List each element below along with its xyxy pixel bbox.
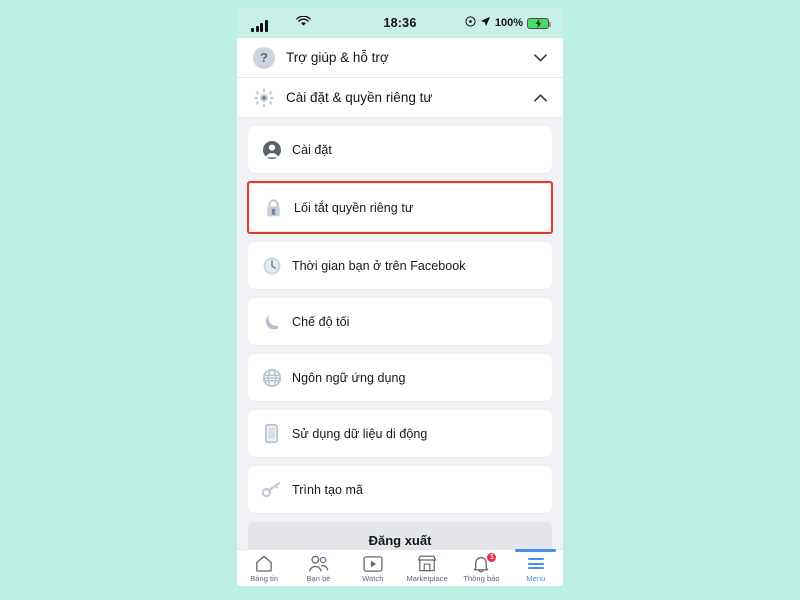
alarm-icon — [465, 16, 476, 30]
mobile-phone-icon — [262, 424, 281, 443]
battery-percent-label: 100% — [494, 17, 523, 29]
menu-item-dark-mode-label: Chế độ tối — [292, 314, 350, 329]
menu-item-settings[interactable]: Cài đặt — [248, 126, 552, 173]
red-highlight-box: Lối tắt quyền riêng tư — [247, 181, 553, 234]
location-arrow-icon — [480, 16, 491, 30]
notification-badge: 1 — [486, 552, 498, 563]
tab-watch[interactable]: Watch — [346, 553, 400, 583]
tab-watch-label: Watch — [362, 574, 384, 583]
clock-icon — [262, 256, 281, 275]
active-tab-indicator — [515, 549, 557, 552]
status-bar-right: 100% — [465, 16, 551, 30]
chevron-down-icon[interactable] — [534, 51, 547, 64]
tab-menu[interactable]: Menu — [509, 549, 563, 583]
key-icon — [262, 480, 281, 499]
menu-item-settings-label: Cài đặt — [292, 142, 332, 157]
friends-icon — [308, 555, 329, 572]
menu-item-mobile-data-label: Sử dụng dữ liệu di động — [292, 426, 428, 441]
tab-marketplace[interactable]: Marketplace — [400, 553, 454, 583]
avatar-person-icon — [262, 140, 281, 159]
phone-screenshot: 18:36 100% ? Trợ giúp & hỗ trợ Cài đặt &… — [237, 8, 563, 586]
section-settings-privacy-label: Cài đặt & quyền riêng tư — [286, 90, 433, 105]
menu-item-privacy-shortcut-label: Lối tắt quyền riêng tư — [294, 200, 414, 215]
tab-marketplace-label: Marketplace — [406, 574, 448, 583]
home-icon — [255, 555, 273, 572]
question-mark-circle-icon: ? — [253, 46, 275, 69]
menu-item-time-on-facebook-label: Thời gian bạn ở trên Facebook — [292, 258, 466, 273]
tab-friends[interactable]: Bạn bè — [291, 553, 345, 583]
tab-news-feed[interactable]: Bảng tin — [237, 553, 291, 583]
menu-item-code-generator-label: Trình tạo mã — [292, 482, 363, 497]
chevron-up-icon[interactable] — [534, 91, 547, 104]
section-settings-privacy[interactable]: Cài đặt & quyền riêng tư — [237, 78, 563, 118]
section-help-support[interactable]: ? Trợ giúp & hỗ trợ — [237, 38, 563, 78]
logout-button-label: Đăng xuất — [368, 532, 432, 548]
tab-notifications[interactable]: 1 Thông báo — [454, 552, 508, 583]
section-help-support-label: Trợ giúp & hỗ trợ — [286, 50, 389, 65]
bell-icon: 1 — [472, 552, 498, 572]
status-bar: 18:36 100% — [237, 8, 563, 38]
hamburger-menu-icon — [527, 555, 544, 572]
menu-item-code-generator[interactable]: Trình tạo mã — [248, 466, 552, 513]
tab-friends-label: Bạn bè — [306, 574, 331, 583]
menu-item-dark-mode[interactable]: Chế độ tối — [248, 298, 552, 345]
menu-item-app-language[interactable]: Ngôn ngữ ứng dụng — [248, 354, 552, 401]
battery-charging-icon — [527, 17, 551, 29]
tab-news-feed-label: Bảng tin — [250, 574, 279, 583]
bottom-tab-bar: Bảng tin Bạn bè Watch Marketplace 1 Thôn… — [237, 549, 563, 586]
lock-icon — [264, 198, 283, 217]
menu-item-mobile-data[interactable]: Sử dụng dữ liệu di động — [248, 410, 552, 457]
menu-item-time-on-facebook[interactable]: Thời gian bạn ở trên Facebook — [248, 242, 552, 289]
video-play-icon — [363, 555, 383, 572]
tab-notifications-label: Thông báo — [463, 574, 500, 583]
globe-icon — [262, 368, 281, 387]
gear-icon — [253, 87, 275, 109]
tab-menu-label: Menu — [526, 574, 546, 583]
menu-item-privacy-shortcut[interactable]: Lối tắt quyền riêng tư — [250, 184, 550, 231]
logout-button[interactable]: Đăng xuất — [248, 522, 552, 549]
menu-content: ? Trợ giúp & hỗ trợ Cài đặt & quyền riên… — [237, 38, 563, 549]
menu-item-app-language-label: Ngôn ngữ ứng dụng — [292, 370, 406, 385]
moon-icon — [262, 312, 281, 331]
settings-privacy-items: Cài đặt Lối tắt quyền riêng tư Thời gian… — [237, 118, 563, 513]
storefront-icon — [417, 555, 437, 572]
